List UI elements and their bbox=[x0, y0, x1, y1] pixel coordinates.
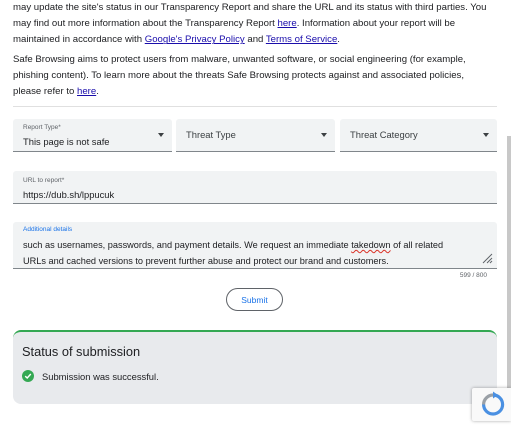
report-type-label: Report Type* bbox=[23, 124, 61, 131]
textarea-text: of all related bbox=[390, 240, 444, 250]
report-type-value: This page is not safe bbox=[23, 136, 110, 147]
chevron-down-icon bbox=[483, 133, 489, 137]
threat-type-placeholder: Threat Type bbox=[186, 129, 236, 140]
recaptcha-icon bbox=[482, 391, 505, 416]
textarea-line: URLs and cached versions to prevent furt… bbox=[23, 255, 389, 266]
paragraph-line: please refer to here. bbox=[13, 84, 497, 100]
paragraph-line: phishing content). To learn more about t… bbox=[13, 70, 464, 82]
recaptcha-badge[interactable] bbox=[472, 388, 511, 421]
character-counter: 599 / 800 bbox=[459, 272, 487, 279]
safe-browsing-paragraph: Safe Browsing aims to protect users from… bbox=[13, 52, 497, 101]
submission-status-card: Status of submission Submission was succ… bbox=[13, 330, 497, 404]
url-label: URL to report* bbox=[23, 177, 65, 184]
textarea-line: such as usernames, passwords, and paymen… bbox=[23, 238, 478, 254]
paragraph-line: may find out more information about the … bbox=[13, 16, 497, 32]
threat-category-placeholder: Threat Category bbox=[350, 129, 418, 140]
paragraph-text: may find out more information about the … bbox=[13, 18, 278, 30]
paragraph-text: . bbox=[337, 34, 340, 46]
terms-of-service-link[interactable]: Terms of Service bbox=[266, 34, 337, 45]
paragraph-text: please refer to bbox=[13, 86, 77, 98]
paragraph-text: . bbox=[96, 86, 99, 98]
misspelled-word: takedown bbox=[351, 240, 391, 250]
paragraph-text: and bbox=[244, 34, 266, 46]
threat-category-select[interactable]: Threat Category bbox=[340, 119, 497, 152]
paragraph-text: . Information about your report will be bbox=[296, 18, 456, 30]
threat-type-select[interactable]: Threat Type bbox=[176, 119, 335, 152]
section-divider bbox=[13, 106, 497, 107]
submit-button[interactable]: Submit bbox=[226, 288, 283, 311]
privacy-policy-link[interactable]: Google's Privacy Policy bbox=[145, 34, 245, 45]
url-field[interactable]: URL to report* https://dub.sh/lppucuk bbox=[13, 171, 497, 204]
additional-details-textarea[interactable]: Additional details such as usernames, pa… bbox=[13, 222, 497, 269]
scrollbar[interactable] bbox=[507, 136, 511, 421]
additional-details-text: such as usernames, passwords, and paymen… bbox=[23, 238, 478, 269]
status-title: Status of submission bbox=[22, 344, 141, 359]
report-type-select[interactable]: Report Type* This page is not safe bbox=[13, 119, 172, 152]
url-value: https://dub.sh/lppucuk bbox=[23, 189, 115, 200]
check-circle-icon bbox=[22, 370, 34, 382]
resize-handle-icon[interactable] bbox=[481, 252, 493, 264]
status-row: Submission was successful. bbox=[22, 370, 159, 382]
status-message: Submission was successful. bbox=[42, 370, 159, 382]
paragraph-line: Safe Browsing aims to protect users from… bbox=[13, 54, 466, 65]
paragraph-text: maintained in accordance with bbox=[13, 34, 145, 46]
textarea-text: such as usernames, passwords, and paymen… bbox=[23, 240, 352, 250]
paragraph-line: may update the site's status in our Tran… bbox=[13, 2, 487, 13]
chevron-down-icon bbox=[158, 133, 164, 137]
chevron-down-icon bbox=[321, 133, 327, 137]
threats-policy-link[interactable]: here bbox=[77, 86, 96, 97]
transparency-report-link[interactable]: here bbox=[278, 18, 297, 29]
paragraph-line: maintained in accordance with Google's P… bbox=[13, 32, 497, 48]
transparency-paragraph: may update the site's status in our Tran… bbox=[13, 0, 497, 49]
additional-details-label: Additional details bbox=[23, 226, 73, 233]
